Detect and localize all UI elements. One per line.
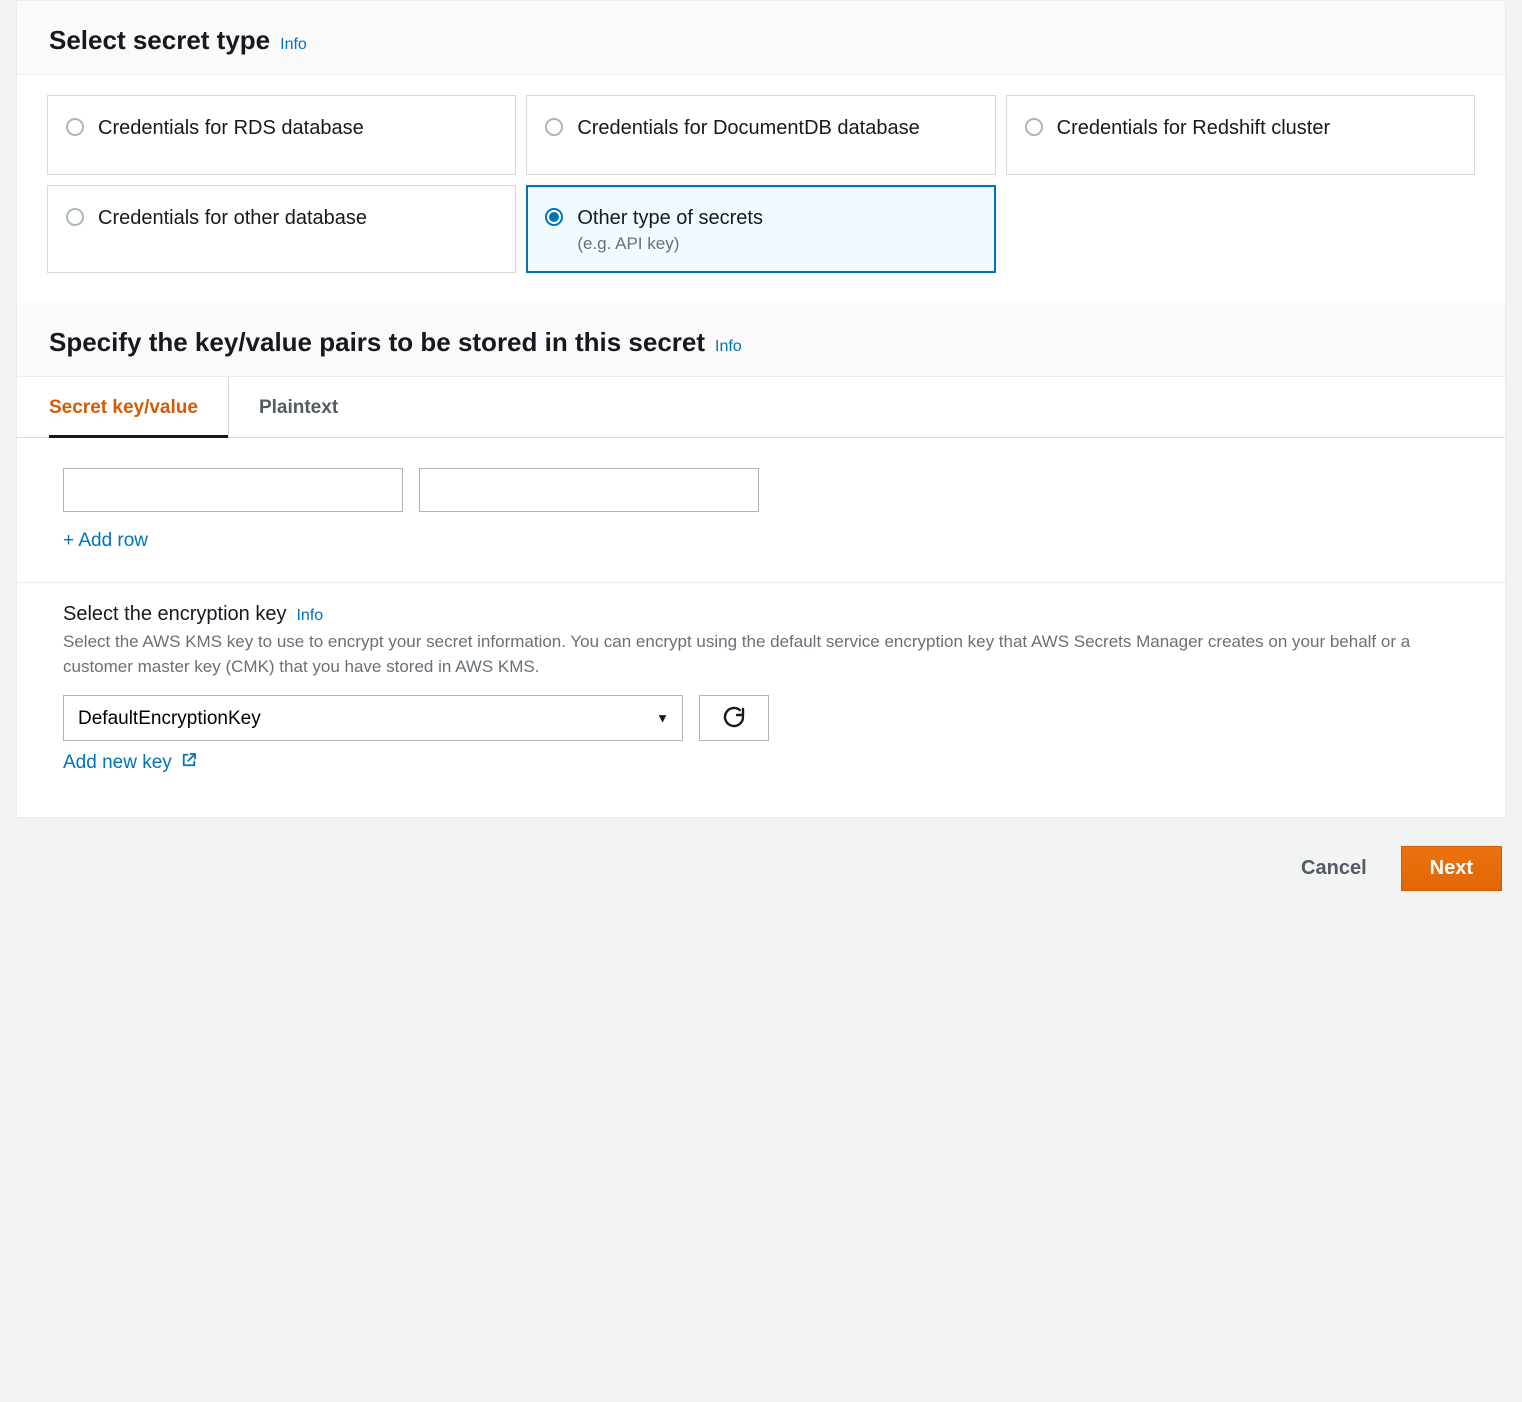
radio-icon — [545, 118, 563, 136]
secret-type-info-link[interactable]: Info — [280, 36, 307, 54]
external-link-icon — [180, 751, 198, 775]
secret-type-header: Select secret type Info — [17, 1, 1505, 75]
option-other-database[interactable]: Credentials for other database — [47, 185, 516, 273]
tab-secret-key-value[interactable]: Secret key/value — [49, 377, 229, 437]
kv-value-input[interactable] — [419, 468, 759, 512]
footer-actions: Cancel Next — [0, 818, 1522, 921]
radio-icon — [1025, 118, 1043, 136]
add-row-link[interactable]: + Add row — [63, 530, 1459, 552]
encryption-key-select-wrapper: DefaultEncryptionKey ▼ — [63, 695, 683, 741]
secret-config-panel: Select secret type Info Credentials for … — [16, 0, 1506, 818]
radio-icon — [66, 208, 84, 226]
kv-row — [63, 468, 1459, 512]
secret-type-heading: Select secret type — [49, 25, 270, 56]
next-button[interactable]: Next — [1401, 846, 1502, 891]
secret-type-body: Credentials for RDS database Credentials… — [17, 75, 1505, 303]
cancel-button[interactable]: Cancel — [1289, 847, 1379, 890]
encryption-info-link[interactable]: Info — [296, 607, 323, 625]
radio-icon — [545, 208, 563, 226]
add-new-key-link[interactable]: Add new key — [63, 751, 198, 775]
option-other-secrets[interactable]: Other type of secrets (e.g. API key) — [526, 185, 995, 273]
option-label: Credentials for RDS database — [98, 114, 364, 142]
kv-header: Specify the key/value pairs to be stored… — [17, 303, 1505, 377]
kv-body: + Add row — [17, 438, 1505, 582]
option-label: Credentials for Redshift cluster — [1057, 114, 1330, 142]
kv-heading: Specify the key/value pairs to be stored… — [49, 327, 705, 358]
radio-icon — [66, 118, 84, 136]
tab-plaintext[interactable]: Plaintext — [229, 377, 368, 437]
encryption-section: Select the encryption key Info Select th… — [17, 582, 1505, 817]
encryption-key-select[interactable]: DefaultEncryptionKey — [63, 695, 683, 741]
option-redshift[interactable]: Credentials for Redshift cluster — [1006, 95, 1475, 175]
option-documentdb[interactable]: Credentials for DocumentDB database — [526, 95, 995, 175]
option-sublabel: (e.g. API key) — [577, 234, 763, 254]
refresh-button[interactable] — [699, 695, 769, 741]
kv-key-input[interactable] — [63, 468, 403, 512]
option-label: Credentials for other database — [98, 204, 367, 232]
add-new-key-label: Add new key — [63, 752, 172, 774]
option-rds[interactable]: Credentials for RDS database — [47, 95, 516, 175]
option-label: Other type of secrets — [577, 204, 763, 232]
secret-type-options: Credentials for RDS database Credentials… — [47, 95, 1475, 273]
refresh-icon — [722, 705, 746, 732]
encryption-title: Select the encryption key — [63, 603, 286, 626]
encryption-description: Select the AWS KMS key to use to encrypt… — [63, 630, 1459, 679]
option-label: Credentials for DocumentDB database — [577, 114, 919, 142]
kv-info-link[interactable]: Info — [715, 338, 742, 356]
kv-tabs: Secret key/value Plaintext — [17, 377, 1505, 438]
